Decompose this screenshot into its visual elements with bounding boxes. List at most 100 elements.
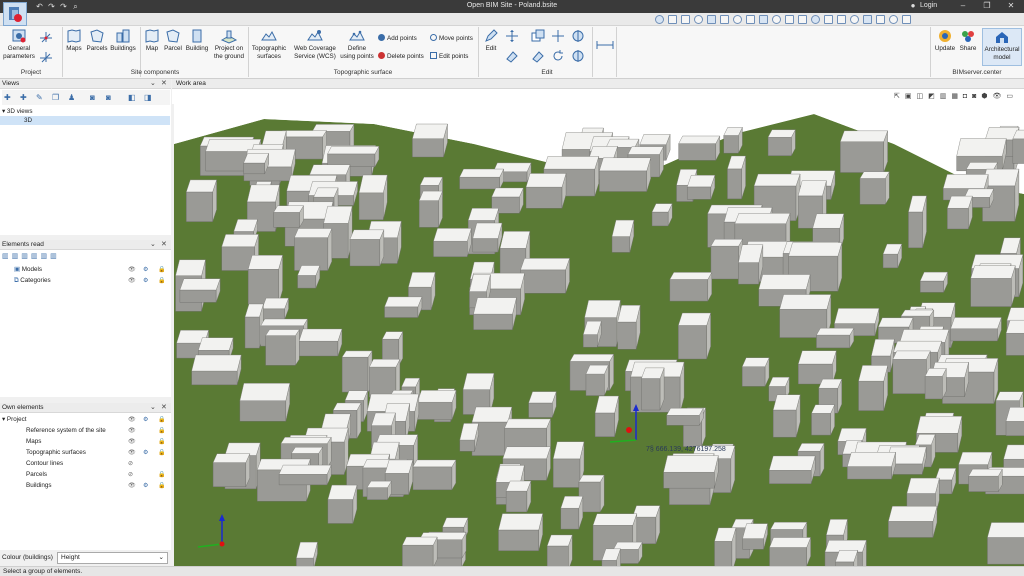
building[interactable] [892, 350, 931, 394]
building-button[interactable]: Building [184, 28, 210, 53]
tree-buildings[interactable]: Buildings [26, 481, 52, 490]
building[interactable] [816, 327, 855, 349]
rotate-icon[interactable] [551, 49, 565, 65]
building[interactable] [278, 464, 332, 486]
building[interactable] [847, 452, 896, 480]
grid-b-icon[interactable] [837, 15, 846, 24]
lock-icon[interactable]: 🔒 [158, 449, 165, 456]
view-right-icon[interactable]: ◨ [144, 93, 152, 102]
settings-icon[interactable]: ⚙ [143, 266, 148, 273]
settings-icon[interactable]: ⚙ [143, 416, 148, 423]
walk-icon[interactable] [798, 15, 807, 24]
lock-icon[interactable]: 🔒 [158, 416, 165, 423]
reference-system-icon[interactable] [38, 50, 54, 64]
building[interactable] [546, 534, 573, 566]
building[interactable] [651, 203, 673, 227]
measure-icon[interactable] [596, 38, 614, 54]
building[interactable] [859, 170, 890, 206]
eye-icon[interactable]: 👁 [128, 482, 136, 489]
axes-icon[interactable] [38, 30, 54, 44]
mirror-icon[interactable] [571, 29, 585, 45]
tree-contour-lines[interactable]: Contour lines [26, 459, 63, 468]
building[interactable] [678, 312, 711, 360]
zoom-out-icon[interactable] [681, 15, 690, 24]
tree-parcels[interactable]: Parcels [26, 470, 47, 479]
tree-topographic-surfaces[interactable]: Topographic surfaces [26, 448, 86, 457]
3d-city-scene[interactable] [174, 104, 1024, 566]
maps-button[interactable]: Maps [64, 28, 84, 53]
settings-icon[interactable]: ⚙ [143, 277, 148, 284]
home-icon[interactable] [772, 15, 781, 24]
person-view-icon[interactable]: ♟ [68, 93, 75, 102]
snap-icon[interactable] [863, 15, 872, 24]
chevron-down-icon[interactable]: ⌄ [150, 79, 156, 89]
wcs-button[interactable]: Web Coverage Service (WCS) [292, 28, 338, 60]
building[interactable] [772, 394, 801, 438]
building[interactable] [341, 350, 373, 393]
eye-hidden-icon[interactable]: ⊘ [128, 460, 133, 467]
3d-viewport[interactable]: 7§ 666.139, 4276197.258 [174, 104, 1024, 566]
building[interactable] [191, 354, 242, 386]
building[interactable] [459, 168, 504, 190]
camera-icon[interactable]: ◙ [90, 93, 95, 102]
building[interactable] [472, 222, 503, 253]
building[interactable] [418, 190, 443, 228]
delete-points-button[interactable]: Delete points [378, 52, 424, 61]
building[interactable] [738, 244, 764, 285]
building[interactable] [599, 157, 652, 192]
move-points-button[interactable]: Move points [430, 34, 473, 43]
tree-3d-views[interactable]: ▾ 3D views [2, 107, 32, 116]
colour-buildings-select[interactable]: Height ⌄ [57, 552, 168, 564]
building[interactable] [582, 320, 602, 348]
building[interactable] [298, 328, 343, 357]
edit-view-icon[interactable]: ✎ [36, 93, 43, 102]
grid-a-icon[interactable] [824, 15, 833, 24]
map-button[interactable]: Map [142, 28, 162, 53]
tree-reference-system[interactable]: Reference system of the site [26, 426, 106, 435]
building[interactable] [882, 243, 903, 269]
chevron-down-icon[interactable]: ⌄ [150, 403, 156, 413]
building[interactable] [710, 238, 743, 280]
building[interactable] [1012, 129, 1024, 164]
building[interactable] [840, 130, 888, 173]
building[interactable] [1005, 407, 1024, 437]
building[interactable] [968, 468, 1003, 493]
building[interactable] [1005, 319, 1024, 356]
building[interactable] [265, 328, 300, 366]
camera-edit-icon[interactable]: ◙ [106, 93, 111, 102]
building[interactable] [412, 459, 457, 491]
building[interactable] [327, 146, 380, 167]
building[interactable] [686, 175, 716, 200]
project-on-ground-button[interactable]: Project on the ground [211, 28, 247, 60]
building[interactable] [919, 271, 948, 293]
close-window-icon[interactable]: ✕ [1004, 1, 1018, 10]
building[interactable] [742, 523, 768, 550]
edit-button[interactable]: Edit [481, 28, 501, 53]
orbit-icon[interactable] [733, 15, 742, 24]
lock-icon[interactable]: 🔒 [158, 482, 165, 489]
building[interactable] [987, 522, 1024, 565]
building[interactable] [741, 357, 770, 387]
eye-icon[interactable]: 👁 [128, 438, 136, 445]
copy-icon[interactable] [531, 29, 545, 45]
building[interactable] [617, 305, 641, 350]
building[interactable] [594, 395, 619, 437]
building[interactable] [585, 364, 609, 396]
zoom-in-icon[interactable] [668, 15, 677, 24]
building[interactable] [505, 480, 532, 513]
user-icon[interactable]: ● [906, 1, 920, 10]
building[interactable] [247, 255, 283, 305]
eye-icon[interactable]: 👁 [128, 427, 136, 434]
eye-hidden-icon[interactable]: ⊘ [128, 471, 133, 478]
view-left-icon[interactable]: ◧ [128, 93, 136, 102]
building[interactable] [402, 536, 438, 566]
new-3d-view-icon[interactable]: ✚ [20, 93, 27, 102]
topographic-surfaces-button[interactable]: Topographic surfaces [250, 28, 288, 60]
building[interactable] [525, 173, 567, 209]
restore-icon[interactable]: ❐ [980, 1, 994, 10]
building[interactable] [727, 155, 746, 200]
login-link[interactable]: Login [920, 2, 937, 9]
building[interactable] [239, 383, 291, 422]
eye-icon[interactable]: 👁 [128, 449, 136, 456]
building[interactable] [970, 265, 1016, 307]
